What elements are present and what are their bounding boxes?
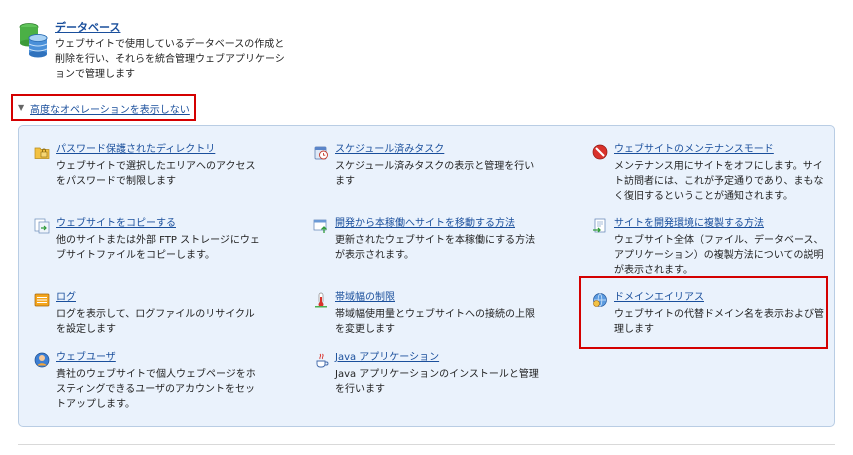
item-description: Java アプリケーションのインストールと管理を行います	[335, 369, 539, 395]
divider	[18, 444, 835, 445]
database-link[interactable]: データベース	[55, 20, 285, 36]
web-users-link[interactable]: ウェブユーザ	[56, 351, 264, 365]
copy-site-icon[interactable]	[34, 218, 50, 234]
item-description: 更新されたウェブサイトを本稼働にする方法が表示されます。	[335, 235, 536, 261]
triangle-down-icon: ▼	[18, 103, 25, 112]
bandwidth-limit-link[interactable]: 帯域幅の制限	[335, 291, 543, 305]
maintenance-mode-link[interactable]: ウェブサイトのメンテナンスモード	[614, 143, 828, 157]
java-icon[interactable]	[313, 352, 329, 368]
scheduled-task-icon[interactable]	[313, 144, 329, 160]
item-description: メンテナンス用にサイトをオフにします。サイト訪問者には、これが予定通りであり、ま…	[614, 161, 824, 202]
database-icon[interactable]	[18, 22, 50, 58]
copy-website-link[interactable]: ウェブサイトをコピーする	[56, 217, 264, 231]
item-description: 貴社のウェブサイトで個人ウェブページをホスティングできるユーザのアカウントをセッ…	[56, 369, 256, 410]
item-description: ログを表示して、ログファイルのリサイクルを設定します	[56, 309, 255, 335]
web-user-icon[interactable]	[34, 352, 50, 368]
java-applications-link[interactable]: Java アプリケーション	[335, 351, 543, 365]
logs-link[interactable]: ログ	[56, 291, 264, 305]
item-description: ウェブサイトで選択したエリアへのアクセスをパスワードで制限します	[56, 161, 256, 187]
copy-to-dev-link[interactable]: サイトを開発環境に複製する方法	[614, 217, 828, 231]
domain-alias-icon[interactable]	[592, 292, 608, 308]
advanced-operations-toggle[interactable]: ▼ 高度なオペレーションを表示しない	[11, 94, 196, 121]
item-description: 他のサイトまたは外部 FTP ストレージにウェブサイトファイルをコピーします。	[56, 235, 260, 261]
maintenance-icon[interactable]	[592, 144, 608, 160]
log-icon[interactable]	[34, 292, 50, 308]
item-description: 帯域幅使用量とウェブサイトへの接続の上限を変更します	[335, 309, 535, 335]
database-description: ウェブサイトで使用しているデータベースの作成と削除を行い、それらを統合管理ウェブ…	[55, 39, 285, 80]
scheduled-tasks-link[interactable]: スケジュール済みタスク	[335, 143, 543, 157]
item-description: ウェブサイト全体（ファイル、データベース、アプリケーション）の複製方法についての…	[614, 235, 824, 276]
password-protected-directories-link[interactable]: パスワード保護されたディレクトリ	[56, 143, 264, 157]
move-to-production-link[interactable]: 開発から本稼働へサイトを移動する方法	[335, 217, 543, 231]
password-folder-icon[interactable]	[34, 144, 50, 160]
copy-to-dev-icon[interactable]	[592, 218, 608, 234]
item-description: ウェブサイトの代替ドメイン名を表示および管理します	[614, 309, 824, 335]
domain-aliases-link[interactable]: ドメインエイリアス	[614, 291, 828, 305]
hide-advanced-operations-link[interactable]: 高度なオペレーションを表示しない	[30, 101, 190, 116]
item-description: スケジュール済みタスクの表示と管理を行います	[335, 161, 535, 187]
bandwidth-icon[interactable]	[313, 292, 329, 308]
move-to-production-icon[interactable]	[313, 218, 329, 234]
